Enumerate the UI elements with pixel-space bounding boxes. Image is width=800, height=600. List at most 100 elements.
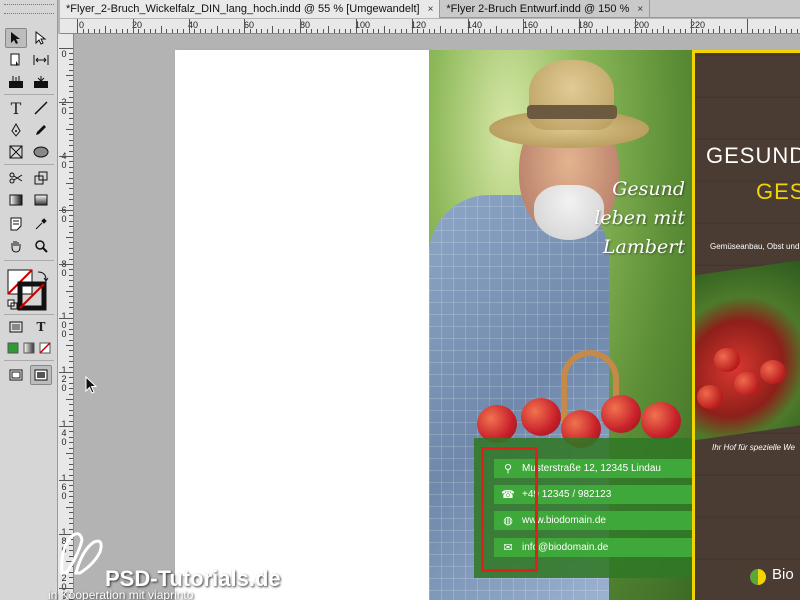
tab-flyer-entwurf[interactable]: *Flyer 2-Bruch Entwurf.indd @ 150 % × (440, 0, 651, 18)
ruler-tick (59, 264, 73, 265)
ruler-tick (69, 517, 73, 519)
cover-headline: GESUND (706, 143, 800, 168)
vertical-ruler[interactable]: 0 2 0 4 0 6 0 8 0 1 0 0 1 2 0 1 4 0 1 6 … (58, 34, 74, 600)
free-transform-tool-icon[interactable] (30, 168, 52, 188)
contact-address: Musterstraße 12, 12345 Lindau (522, 463, 661, 474)
ruler-tick (724, 29, 726, 33)
eyedropper-tool-icon[interactable] (30, 214, 52, 234)
ruler-tick (785, 29, 787, 33)
tools-divider (4, 314, 54, 315)
ruler-tick (138, 29, 140, 33)
ruler-tick (210, 29, 212, 33)
ruler-tick (69, 220, 73, 222)
ruler-tick (328, 26, 330, 33)
ruler-tick (741, 29, 743, 33)
ruler-tick (618, 29, 620, 33)
ruler-tick (640, 29, 642, 33)
tools-divider (4, 164, 54, 165)
selection-tool-icon[interactable] (5, 28, 27, 48)
ruler-tick (82, 29, 84, 33)
ruler-tick (66, 345, 73, 346)
pen-tool-icon[interactable] (5, 120, 27, 140)
scissors-tool-icon[interactable] (5, 168, 27, 188)
ruler-tick (361, 29, 363, 33)
close-icon[interactable]: × (428, 4, 434, 15)
note-tool-icon[interactable] (5, 214, 27, 234)
direct-selection-tool-icon[interactable] (30, 28, 52, 48)
content-collector-icon[interactable] (5, 72, 27, 92)
close-icon[interactable]: × (637, 4, 643, 15)
ruler-tick (718, 26, 720, 33)
formatting-text-icon[interactable]: T (30, 317, 52, 337)
ruler-tick (59, 372, 73, 373)
page-tool-icon[interactable] (5, 50, 27, 70)
apply-none-icon[interactable] (34, 338, 56, 358)
ruler-tick (59, 480, 73, 481)
icon-highlight-box (481, 447, 538, 572)
psd-tutorials-logo-icon (52, 528, 112, 583)
hand-tool-icon[interactable] (5, 236, 27, 256)
ruler-tick (59, 156, 73, 157)
ruler-tick (69, 64, 73, 66)
horizontal-ruler[interactable]: 0 20 40 60 80 100 120 140 160 180 200 22… (60, 19, 800, 34)
ruler-tick (99, 29, 101, 33)
ruler-tick (66, 237, 73, 238)
zoom-tool-icon[interactable] (30, 236, 52, 256)
ruler-tick (607, 26, 609, 33)
formatting-container-icon[interactable] (5, 317, 27, 337)
ruler-tick (344, 29, 346, 33)
ruler-tick (69, 172, 73, 174)
gradient-swatch-tool-icon[interactable] (5, 190, 27, 210)
ruler-tick (69, 85, 73, 87)
fill-stroke-swatches[interactable] (6, 268, 52, 312)
flyer-photo-panel[interactable]: Gesund leben mit Lambert ⚲ Musterstraße … (429, 50, 693, 600)
ruler-tick (216, 26, 218, 33)
ruler-tick (69, 280, 73, 282)
ruler-tick (69, 91, 73, 93)
line-tool-icon[interactable] (30, 98, 52, 118)
ruler-tick (227, 29, 229, 33)
gradient-feather-tool-icon[interactable] (30, 190, 52, 210)
gap-tool-icon[interactable] (30, 50, 52, 70)
ruler-tick (562, 29, 564, 33)
rectangle-frame-tool-icon[interactable] (5, 142, 27, 162)
ruler-tick (791, 29, 793, 33)
ruler-tick (222, 29, 224, 33)
ruler-tick (205, 29, 207, 33)
ruler-tick (746, 19, 748, 33)
ruler-tick (69, 226, 73, 228)
preview-mode-icon[interactable] (30, 365, 52, 385)
content-placer-icon[interactable] (30, 72, 52, 92)
ruler-tick (255, 29, 257, 33)
flyer-script-text[interactable]: Gesund leben mit Lambert (585, 175, 685, 262)
ruler-tick (69, 188, 73, 190)
normal-view-icon[interactable] (5, 365, 27, 385)
ruler-tick (456, 29, 458, 33)
ruler-tick (372, 29, 374, 33)
ruler-tick (439, 26, 441, 33)
flyer-cover-panel[interactable]: GESUND GES Gemüseanbau, Obst und Ihr Hof… (692, 50, 800, 600)
tab-flyer-wickelfalz[interactable]: *Flyer_2-Bruch_Wickelfalz_DIN_lang_hoch.… (60, 0, 441, 18)
tools-panel: T T (0, 0, 58, 600)
ruler-tick (66, 75, 73, 76)
ruler-tick (556, 29, 558, 33)
ellipse-tool-icon[interactable] (30, 142, 52, 162)
pencil-tool-icon[interactable] (30, 120, 52, 140)
ruler-tick (69, 377, 73, 379)
pasteboard[interactable]: Gesund leben mit Lambert ⚲ Musterstraße … (75, 35, 800, 600)
ruler-tick (69, 134, 73, 136)
flyer-page-blank[interactable] (175, 50, 430, 600)
ruler-tick (69, 193, 73, 195)
tomato (760, 360, 786, 384)
ruler-tick (277, 29, 279, 33)
ruler-tick (551, 26, 553, 33)
ruler-tick (69, 307, 73, 309)
ruler-tick (244, 19, 246, 33)
tools-divider (4, 360, 54, 361)
panel-grip[interactable] (4, 4, 54, 14)
ruler-tick (356, 19, 357, 33)
ruler-tick (59, 48, 73, 49)
ruler-tick (116, 29, 118, 33)
type-tool-icon[interactable]: T (5, 98, 27, 118)
ruler-tick (149, 29, 151, 33)
